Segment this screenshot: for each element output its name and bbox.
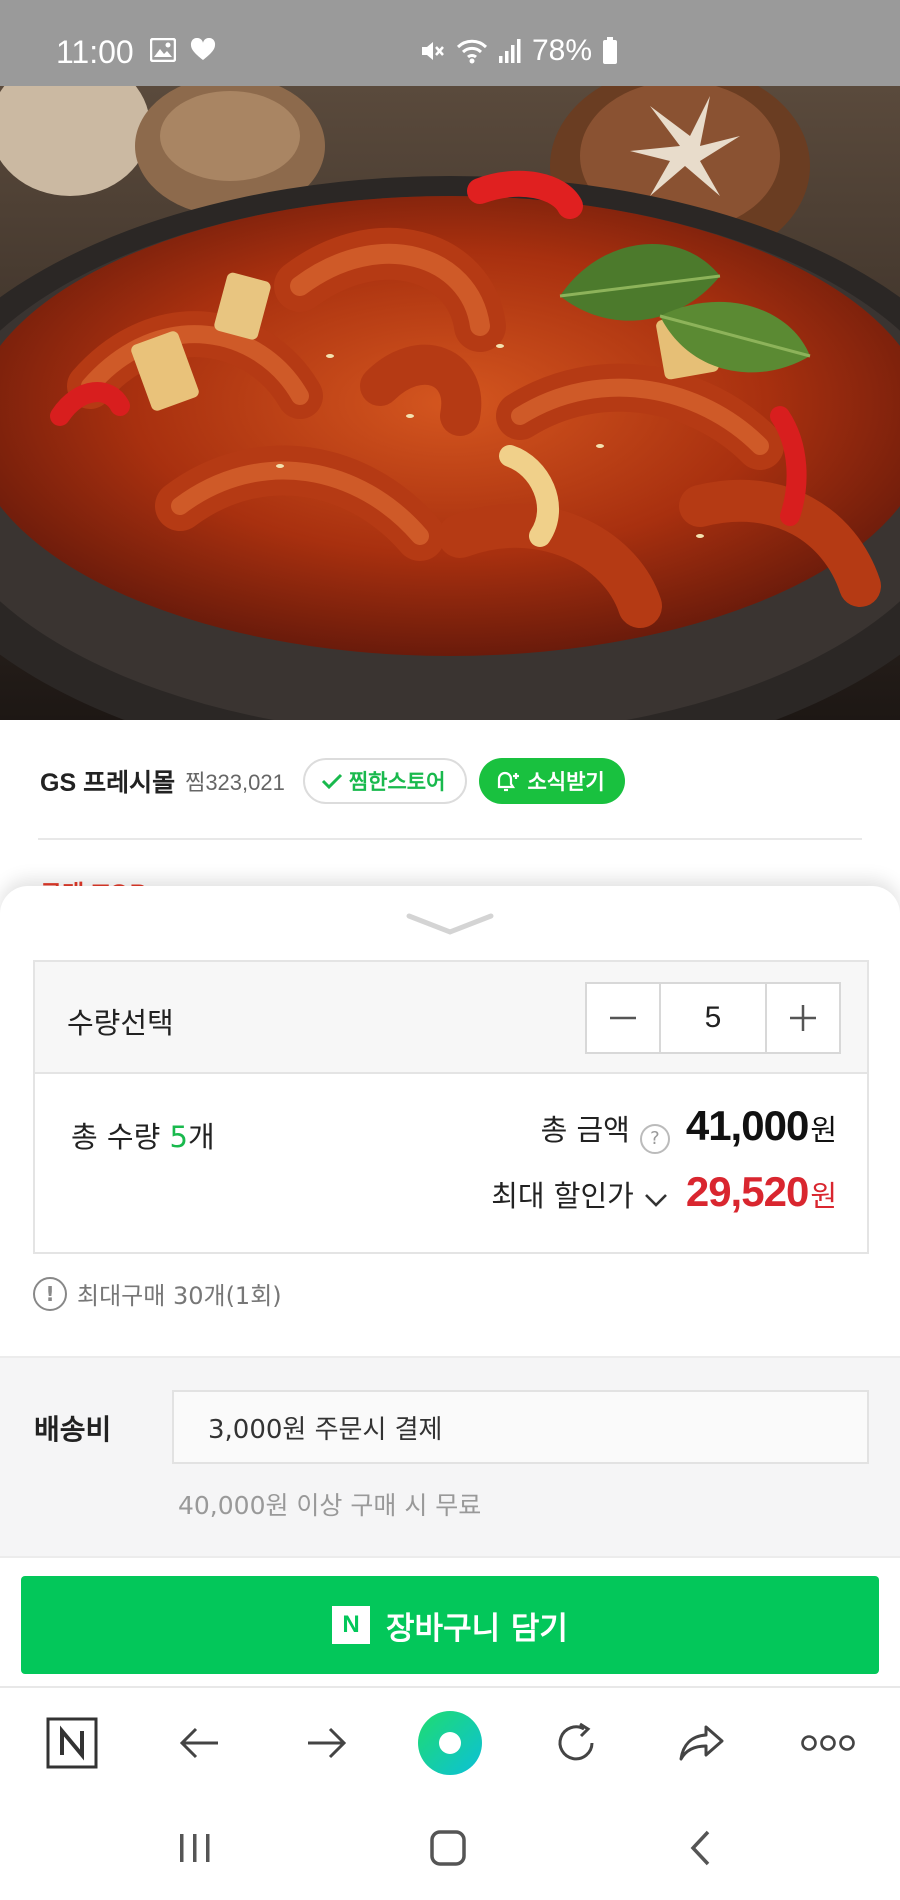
- add-to-cart-button[interactable]: N 장바구니 담기: [21, 1576, 879, 1674]
- shipping-section: 배송비 3,000원 주문시 결제 40,000원 이상 구매 시 무료: [0, 1356, 900, 1556]
- system-navigation-bar: [0, 1796, 900, 1900]
- home-button[interactable]: [403, 1796, 493, 1900]
- total-quantity-value: 5: [169, 1120, 188, 1154]
- total-amount-label: 총 금액: [540, 1113, 630, 1147]
- check-icon: [321, 773, 342, 790]
- status-bar: 11:00 78%: [0, 0, 900, 86]
- shipping-option-value: 3,000원 주문시 결제: [208, 1414, 443, 1445]
- status-notification-icons: [150, 38, 216, 62]
- status-system-icons: 78%: [418, 34, 618, 68]
- recent-apps-icon: [180, 1834, 210, 1862]
- more-menu-button[interactable]: [788, 1688, 868, 1798]
- quantity-box: 수량선택 5 총 수량 5개 총 금액 ? 41,000 원 최대 할인가 29…: [33, 960, 869, 1254]
- max-discount-row[interactable]: 최대 할인가 29,520 원: [491, 1168, 837, 1216]
- product-photo: [0, 86, 900, 720]
- max-purchase-text: 최대구매 30개(1회): [77, 1282, 282, 1310]
- green-dot-button[interactable]: [410, 1688, 490, 1798]
- shipping-option-select[interactable]: 3,000원 주문시 결제: [172, 1390, 869, 1464]
- more-dots-icon: [801, 1735, 855, 1751]
- total-amount-value: 41,000: [685, 1102, 809, 1149]
- max-discount-currency: 원: [810, 1179, 837, 1213]
- store-jjim-count: 찜323,021: [185, 770, 285, 795]
- wifi-icon: [456, 39, 488, 64]
- arrow-left-icon: [179, 1727, 218, 1759]
- back-button[interactable]: [160, 1688, 240, 1798]
- refresh-button[interactable]: [536, 1688, 616, 1798]
- purchase-bottom-sheet: 수량선택 5 총 수량 5개 총 금액 ? 41,000 원 최대 할인가 29…: [0, 886, 900, 1686]
- naver-home-icon: [46, 1717, 98, 1769]
- add-to-cart-label: 장바구니 담기: [386, 1610, 568, 1647]
- mute-icon: [422, 42, 444, 60]
- divider: [38, 838, 862, 840]
- gallery-icon: [150, 38, 176, 62]
- chevron-down-icon: [644, 1194, 667, 1207]
- plus-icon: [790, 1005, 816, 1031]
- free-shipping-note: 40,000원 이상 구매 시 무료: [178, 1491, 482, 1520]
- jjim-store-label: 찜한스토어: [348, 770, 446, 794]
- bell-plus-icon: [498, 771, 520, 792]
- quantity-increase-button[interactable]: [765, 984, 839, 1052]
- arrow-right-icon: [308, 1727, 347, 1759]
- heart-icon: [190, 38, 216, 60]
- total-amount-row: 총 금액 ? 41,000 원: [540, 1102, 837, 1154]
- battery-icon: [603, 37, 618, 64]
- jjim-store-button[interactable]: 찜한스토어: [302, 758, 468, 804]
- total-quantity-suffix: 개: [187, 1120, 215, 1154]
- home-icon: [430, 1830, 466, 1866]
- naver-home-button[interactable]: [32, 1688, 112, 1798]
- status-time: 11:00: [56, 34, 134, 70]
- total-amount-currency: 원: [810, 1113, 837, 1147]
- refresh-icon: [558, 1722, 594, 1761]
- store-info-row: GS 프레시몰 찜323,021 찜한스토어 소식받기: [40, 756, 625, 806]
- exclamation-icon: !: [33, 1276, 67, 1311]
- quantity-select-label: 수량선택: [67, 1006, 174, 1040]
- quantity-select-row: 수량선택 5: [35, 962, 867, 1074]
- green-dot-icon: [418, 1711, 482, 1775]
- battery-percent: 78%: [532, 34, 593, 67]
- total-quantity: 총 수량 5개: [71, 1114, 215, 1156]
- share-button[interactable]: [662, 1688, 742, 1798]
- subscribe-news-button[interactable]: 소식받기: [479, 758, 625, 804]
- cart-button-area: N 장바구니 담기: [0, 1556, 900, 1686]
- naver-n-icon: N: [332, 1606, 371, 1644]
- quantity-value[interactable]: 5: [661, 984, 765, 1052]
- shipping-label: 배송비: [34, 1413, 112, 1446]
- quantity-decrease-button[interactable]: [587, 984, 661, 1052]
- system-back-button[interactable]: [655, 1796, 745, 1900]
- chevron-left-icon: [690, 1830, 710, 1866]
- max-discount-label: 최대 할인가: [491, 1179, 634, 1213]
- max-purchase-notice: ! 최대구매 30개(1회): [33, 1276, 282, 1311]
- total-quantity-prefix: 총 수량: [71, 1120, 170, 1154]
- browser-toolbar: [0, 1686, 900, 1796]
- help-icon[interactable]: ?: [639, 1123, 670, 1154]
- sheet-collapse-chevron-icon[interactable]: [405, 910, 495, 940]
- recent-apps-button[interactable]: [150, 1796, 240, 1900]
- store-name[interactable]: GS 프레시몰: [40, 763, 175, 799]
- quantity-stepper: 5: [585, 982, 841, 1054]
- share-icon: [679, 1725, 724, 1761]
- minus-icon: [610, 1016, 636, 1020]
- max-discount-value: 29,520: [685, 1168, 809, 1215]
- product-image: [0, 86, 900, 720]
- forward-button[interactable]: [286, 1688, 366, 1798]
- signal-icon: [499, 39, 521, 63]
- subscribe-news-label: 소식받기: [527, 770, 605, 794]
